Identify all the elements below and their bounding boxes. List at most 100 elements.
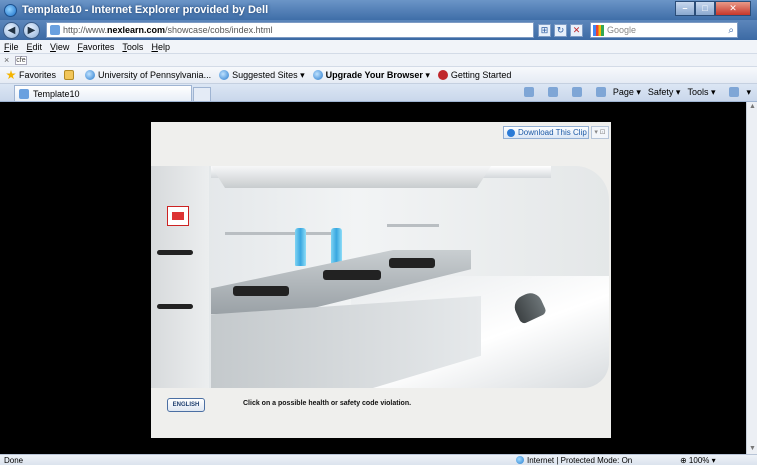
spray-bottle[interactable] bbox=[295, 228, 306, 266]
wall-shelf bbox=[387, 224, 439, 227]
url-path: /showcase/cobs/index.html bbox=[165, 25, 273, 35]
favorites-bar: Favorites University of Pennsylvania... … bbox=[0, 67, 757, 84]
instruction-text: Click on a possible health or safety cod… bbox=[243, 400, 412, 407]
menu-help[interactable]: Help bbox=[151, 42, 170, 52]
window-title: Template10 - Internet Explorer provided … bbox=[22, 4, 269, 16]
menu-tools[interactable]: Tools bbox=[122, 42, 143, 52]
help-icon bbox=[729, 87, 740, 98]
exhaust-hood[interactable] bbox=[211, 166, 491, 188]
favorite-link-upgrade[interactable]: Upgrade Your Browser ▾ bbox=[312, 69, 430, 81]
menu-file[interactable]: File bbox=[4, 42, 19, 52]
favorite-label: Getting Started bbox=[450, 70, 512, 80]
page-content: Download This Clip ▾ ⊡ ENGLISH Click on … bbox=[0, 102, 746, 454]
menu-view[interactable]: View bbox=[50, 42, 69, 52]
scroll-up-icon[interactable]: ▲ bbox=[749, 103, 756, 110]
menu-edit[interactable]: Edit bbox=[27, 42, 43, 52]
find-close-icon[interactable]: × bbox=[4, 55, 9, 65]
tab-row: Template10 Page ▾ Safety ▾ Tools ▾ ▾ bbox=[0, 84, 757, 102]
ie-app-icon bbox=[4, 3, 17, 17]
vertical-scrollbar[interactable]: ▲ ▼ bbox=[746, 102, 757, 454]
find-input[interactable]: cfe bbox=[15, 55, 28, 65]
status-text: Done bbox=[4, 455, 24, 465]
feeds-button[interactable] bbox=[541, 87, 558, 98]
scroll-down-icon[interactable]: ▼ bbox=[749, 445, 756, 452]
favorite-label: Suggested Sites ▾ bbox=[232, 69, 305, 80]
feeds-icon bbox=[547, 87, 558, 98]
page-menu[interactable]: Page ▾ bbox=[613, 87, 641, 98]
print-button[interactable] bbox=[589, 87, 606, 98]
address-bar: ◀ ▶ http://www. nexlearn.com/showcase/cob… bbox=[0, 20, 757, 40]
minimize-button[interactable]: – bbox=[675, 1, 695, 16]
print-icon bbox=[595, 87, 606, 98]
security-zone[interactable]: Internet | Protected Mode: On bbox=[516, 456, 632, 465]
favorite-label: Upgrade Your Browser ▾ bbox=[325, 69, 430, 80]
cabinet-handle[interactable] bbox=[157, 250, 193, 255]
fire-extinguisher-sign[interactable] bbox=[167, 206, 189, 226]
globe-icon bbox=[516, 456, 524, 464]
url-domain: nexlearn.com bbox=[107, 25, 166, 35]
getting-started-icon bbox=[437, 70, 448, 80]
star-icon bbox=[6, 70, 16, 80]
google-icon bbox=[593, 24, 604, 36]
stove-burner[interactable] bbox=[233, 286, 289, 296]
download-clip-button[interactable]: Download This Clip bbox=[503, 126, 589, 139]
spray-bottle[interactable] bbox=[331, 228, 342, 266]
zoom-control[interactable]: ⊕ 100% ▾ bbox=[680, 456, 716, 465]
title-bar: Template10 - Internet Explorer provided … bbox=[0, 0, 757, 20]
mail-button[interactable] bbox=[565, 87, 582, 98]
menu-favorites[interactable]: Favorites bbox=[77, 42, 114, 52]
download-label: Download This Clip bbox=[518, 128, 587, 137]
download-icon bbox=[507, 129, 515, 137]
close-button[interactable]: ✕ bbox=[715, 1, 751, 16]
tab-template10[interactable]: Template10 bbox=[14, 85, 192, 101]
safety-menu[interactable]: Safety ▾ bbox=[648, 87, 681, 98]
favorite-link-getting-started[interactable]: Getting Started bbox=[437, 70, 512, 80]
suggested-sites-icon bbox=[219, 70, 230, 80]
search-icon[interactable]: ⌕ bbox=[728, 25, 734, 36]
new-tab-button[interactable] bbox=[193, 87, 211, 101]
add-favorite-button[interactable] bbox=[64, 70, 77, 80]
favorites-button[interactable]: Favorites bbox=[6, 70, 56, 80]
language-button[interactable]: ENGLISH bbox=[167, 398, 205, 412]
add-favorite-icon bbox=[64, 70, 75, 80]
maximize-button[interactable]: □ bbox=[695, 1, 715, 16]
search-input[interactable]: Google ⌕ bbox=[590, 22, 738, 38]
search-placeholder: Google bbox=[607, 25, 637, 35]
stove-burner[interactable] bbox=[389, 258, 435, 268]
stop-icon[interactable]: ✕ bbox=[570, 23, 583, 37]
url-prefix: http://www. bbox=[63, 25, 108, 35]
ie-page-icon bbox=[312, 70, 323, 80]
menu-bar: File Edit View Favorites Tools Help bbox=[0, 40, 757, 54]
simulation-stage: Download This Clip ▾ ⊡ ENGLISH Click on … bbox=[151, 122, 611, 438]
favorite-link-suggested[interactable]: Suggested Sites ▾ bbox=[219, 70, 305, 81]
favorite-label: University of Pennsylvania... bbox=[98, 70, 212, 80]
home-button[interactable] bbox=[517, 87, 534, 98]
favorites-label: Favorites bbox=[19, 70, 57, 80]
tools-menu[interactable]: Tools ▾ bbox=[687, 87, 715, 98]
page-icon bbox=[50, 25, 60, 35]
clip-options-button[interactable]: ▾ ⊡ bbox=[591, 126, 609, 139]
window-controls: – □ ✕ bbox=[675, 1, 751, 16]
forward-button[interactable]: ▶ bbox=[23, 21, 40, 39]
command-bar: Page ▾ Safety ▾ Tools ▾ ▾ bbox=[510, 83, 757, 101]
mail-icon bbox=[571, 87, 582, 98]
help-menu[interactable]: ▾ bbox=[722, 87, 751, 98]
help-dropdown: ▾ bbox=[746, 86, 751, 97]
page-icon bbox=[19, 88, 29, 99]
zone-label: Internet | Protected Mode: On bbox=[527, 455, 633, 465]
cabinet-handle[interactable] bbox=[157, 304, 193, 309]
address-tools: ⊞ ↻ ✕ bbox=[538, 23, 586, 37]
status-bar: Done Internet | Protected Mode: On ⊕ 100… bbox=[0, 454, 757, 465]
home-icon bbox=[523, 87, 534, 98]
left-wall bbox=[151, 166, 209, 388]
kitchen-scene[interactable] bbox=[151, 166, 609, 388]
back-button[interactable]: ◀ bbox=[3, 21, 20, 39]
stove-burner[interactable] bbox=[323, 270, 381, 280]
refresh-icon[interactable]: ↻ bbox=[554, 23, 567, 37]
ie-page-icon bbox=[85, 70, 96, 80]
url-input[interactable]: http://www. nexlearn.com/showcase/cobs/in… bbox=[46, 22, 534, 38]
find-bar: × cfe bbox=[0, 54, 757, 67]
wall-shelf bbox=[225, 232, 335, 235]
favorite-link-penn[interactable]: University of Pennsylvania... bbox=[85, 70, 211, 80]
compatibility-view-icon[interactable]: ⊞ bbox=[538, 23, 551, 37]
